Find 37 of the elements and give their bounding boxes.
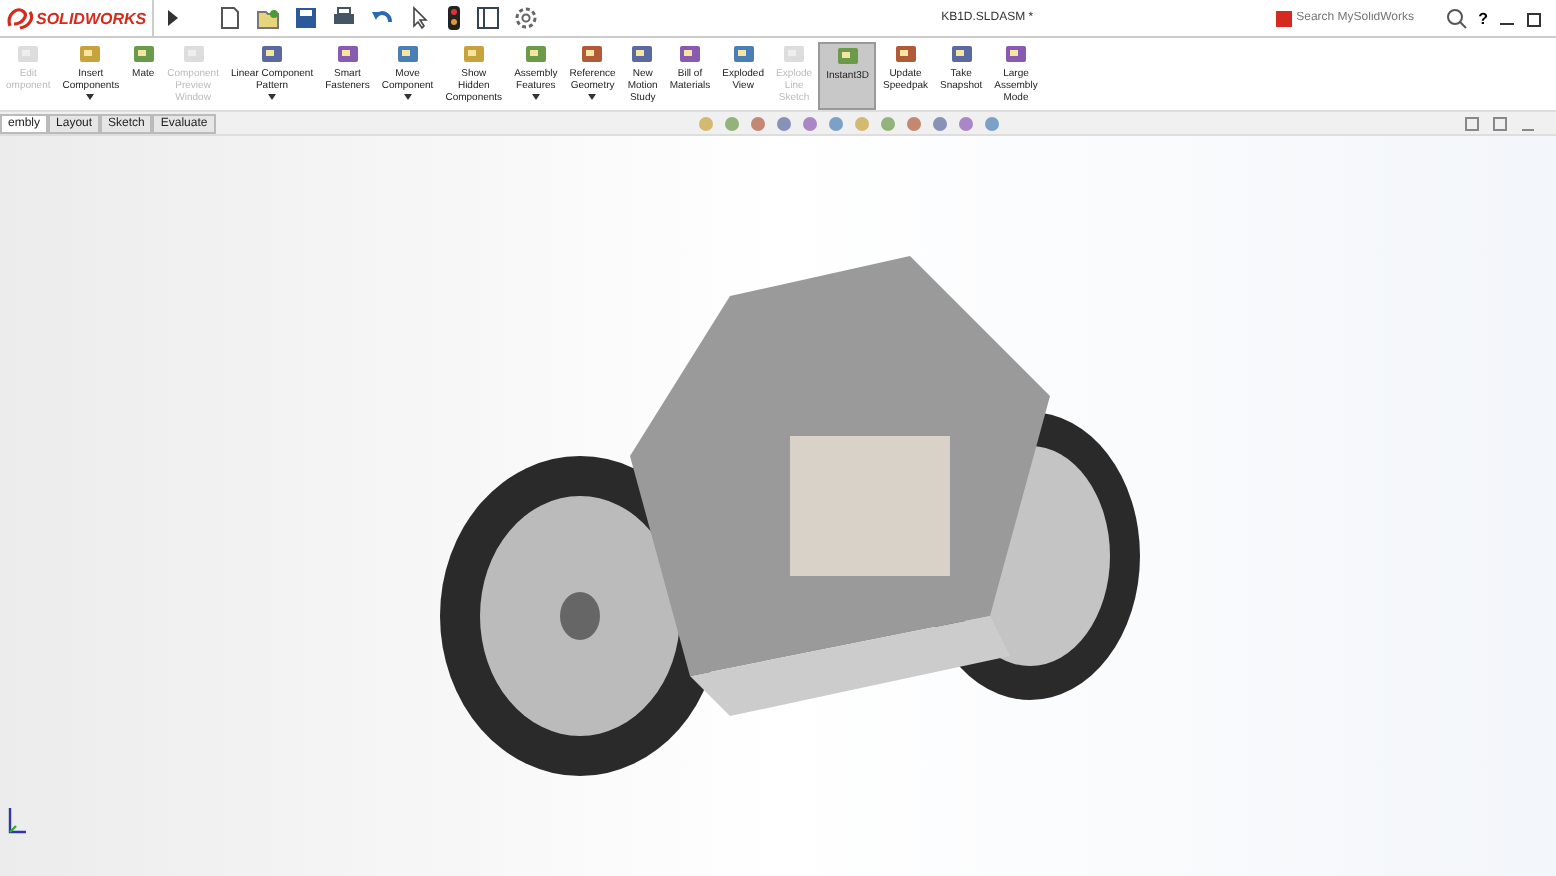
new-document-icon[interactable]	[218, 6, 243, 30]
solidworks-mark-icon	[1276, 9, 1293, 27]
command-icon	[893, 42, 918, 66]
command-icon	[949, 42, 974, 66]
open-folder-icon[interactable]	[256, 6, 281, 30]
command-icon	[731, 42, 756, 66]
caret-icon[interactable]	[588, 94, 597, 100]
command-icon	[78, 42, 103, 66]
command-icon	[461, 42, 486, 66]
print-icon[interactable]	[332, 6, 357, 30]
logo-icon	[6, 6, 34, 30]
axis-triad-icon	[4, 804, 28, 836]
command-icon	[1004, 42, 1028, 66]
restore-icon[interactable]	[1526, 9, 1544, 27]
traffic-light-icon[interactable]	[446, 6, 463, 30]
help-button[interactable]: ?	[1478, 9, 1488, 27]
tile-icon[interactable]	[1464, 115, 1480, 131]
file-properties-icon[interactable]	[476, 6, 501, 30]
caret-icon[interactable]	[531, 94, 540, 100]
caret-icon[interactable]	[403, 94, 412, 100]
command-icon	[131, 42, 156, 66]
search-icon[interactable]	[1446, 7, 1469, 29]
command-icon	[580, 42, 605, 66]
command-icon	[835, 44, 860, 68]
command-icon	[630, 42, 655, 66]
command-icon	[335, 42, 360, 66]
command-icon	[260, 42, 285, 66]
caret-icon[interactable]	[86, 94, 95, 100]
save-icon[interactable]	[294, 6, 319, 30]
caret-icon[interactable]	[268, 94, 277, 100]
command-icon	[523, 42, 548, 66]
expand-arrow-icon[interactable]	[164, 8, 181, 28]
command-icon	[395, 42, 420, 66]
pointer-icon[interactable]	[408, 6, 433, 30]
logo-text: SOLIDWORKS	[36, 9, 147, 27]
command-icon	[677, 42, 702, 66]
settings-icon[interactable]	[514, 6, 539, 30]
